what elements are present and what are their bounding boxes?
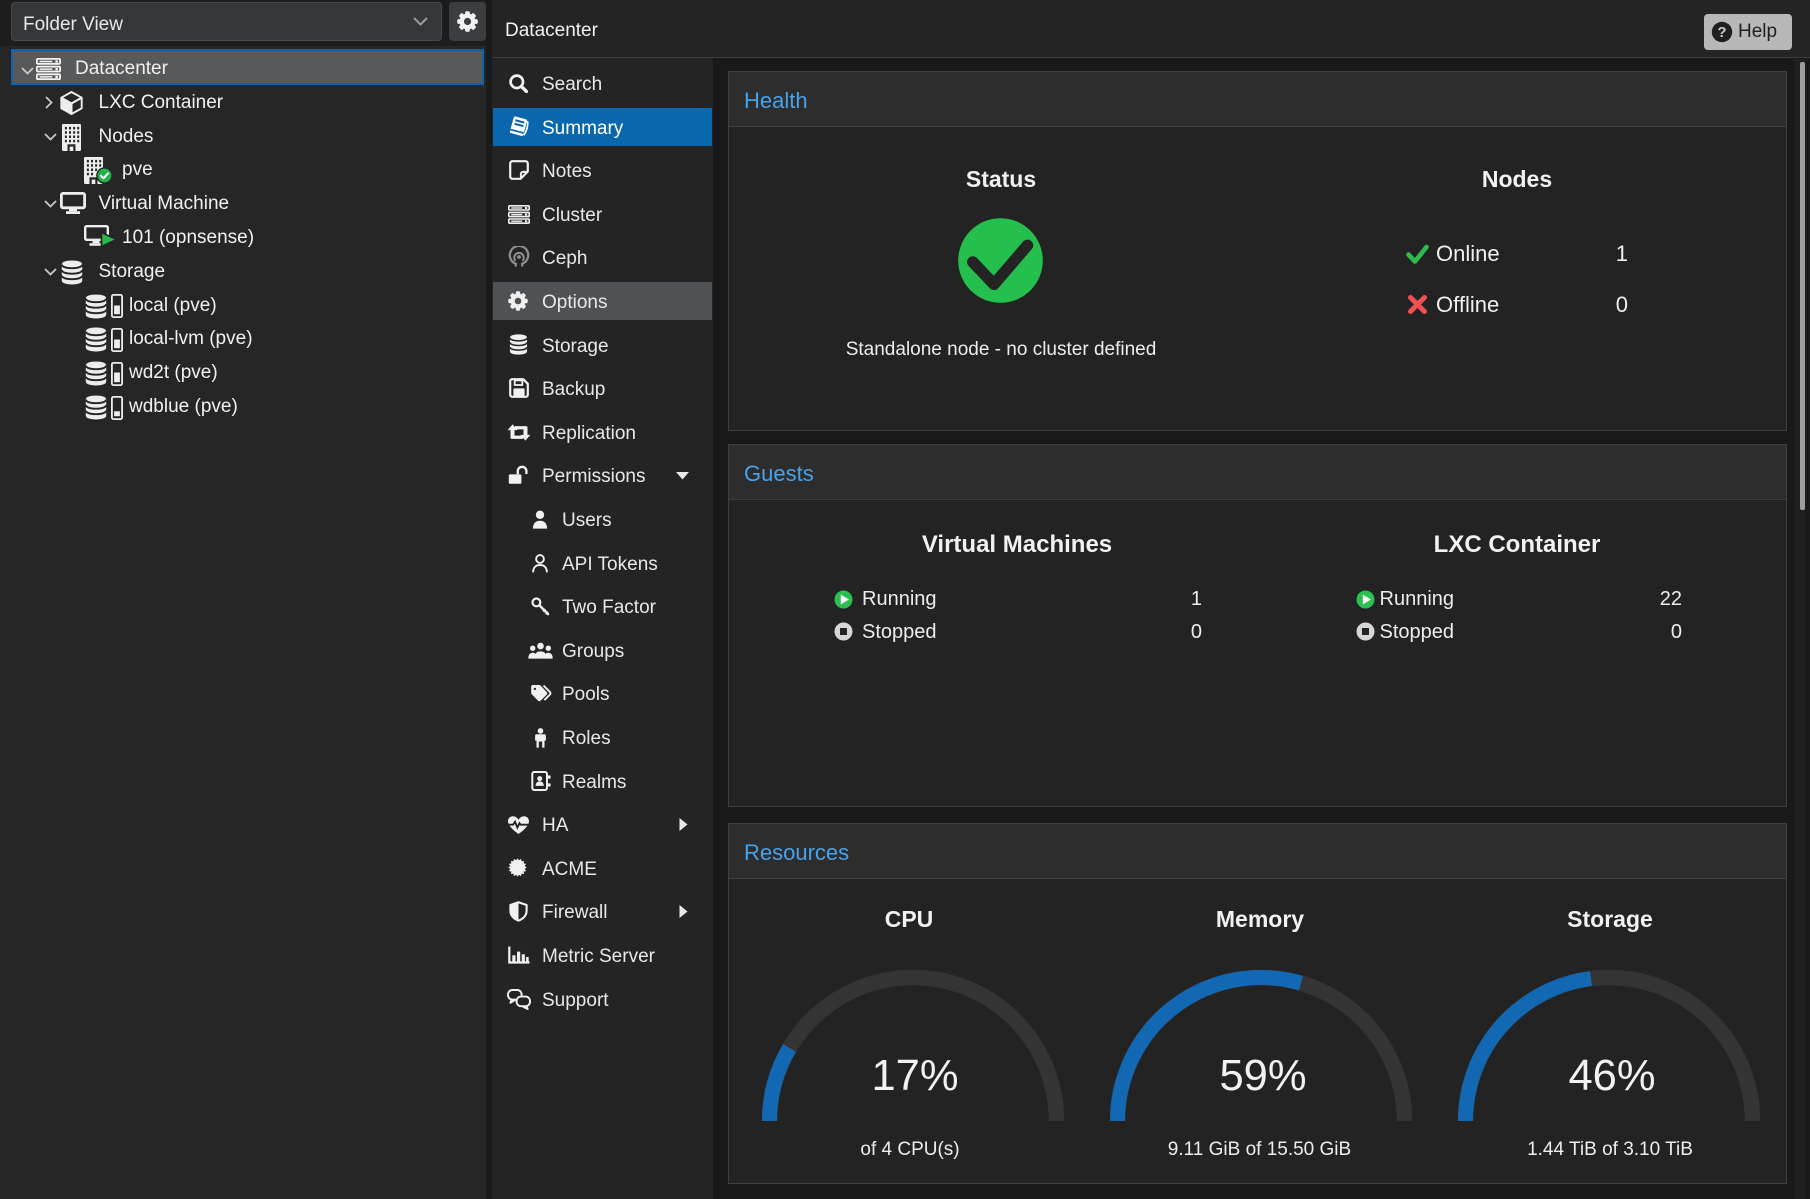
svg-text:?: ? — [1717, 24, 1726, 41]
